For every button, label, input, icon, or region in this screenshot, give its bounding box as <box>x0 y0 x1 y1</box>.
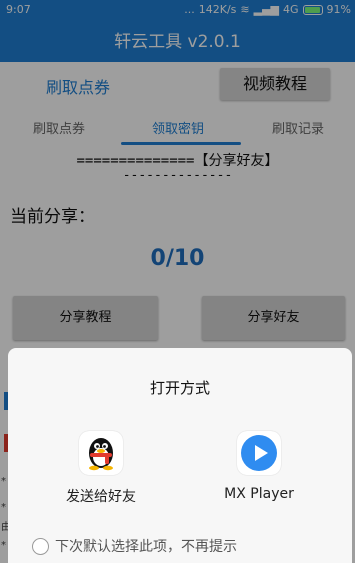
remember-radio-button[interactable] <box>32 537 49 555</box>
app-option-mx-player[interactable]: MX Player <box>207 486 311 502</box>
app-option-send-to-friend[interactable]: 发送给好友 <box>54 486 148 506</box>
remember-choice-label: 下次默认选择此项，不再提示 <box>55 539 237 555</box>
qq-penguin-icon[interactable] <box>79 431 123 475</box>
remember-choice-option[interactable]: 下次默认选择此项，不再提示 <box>32 536 237 556</box>
mx-player-play-icon[interactable] <box>237 431 281 475</box>
open-with-dialog: 打开方式 发送给好友 MX Player 下次默认选择此项，不再提示 <box>8 348 352 563</box>
dialog-title: 打开方式 <box>149 379 210 397</box>
